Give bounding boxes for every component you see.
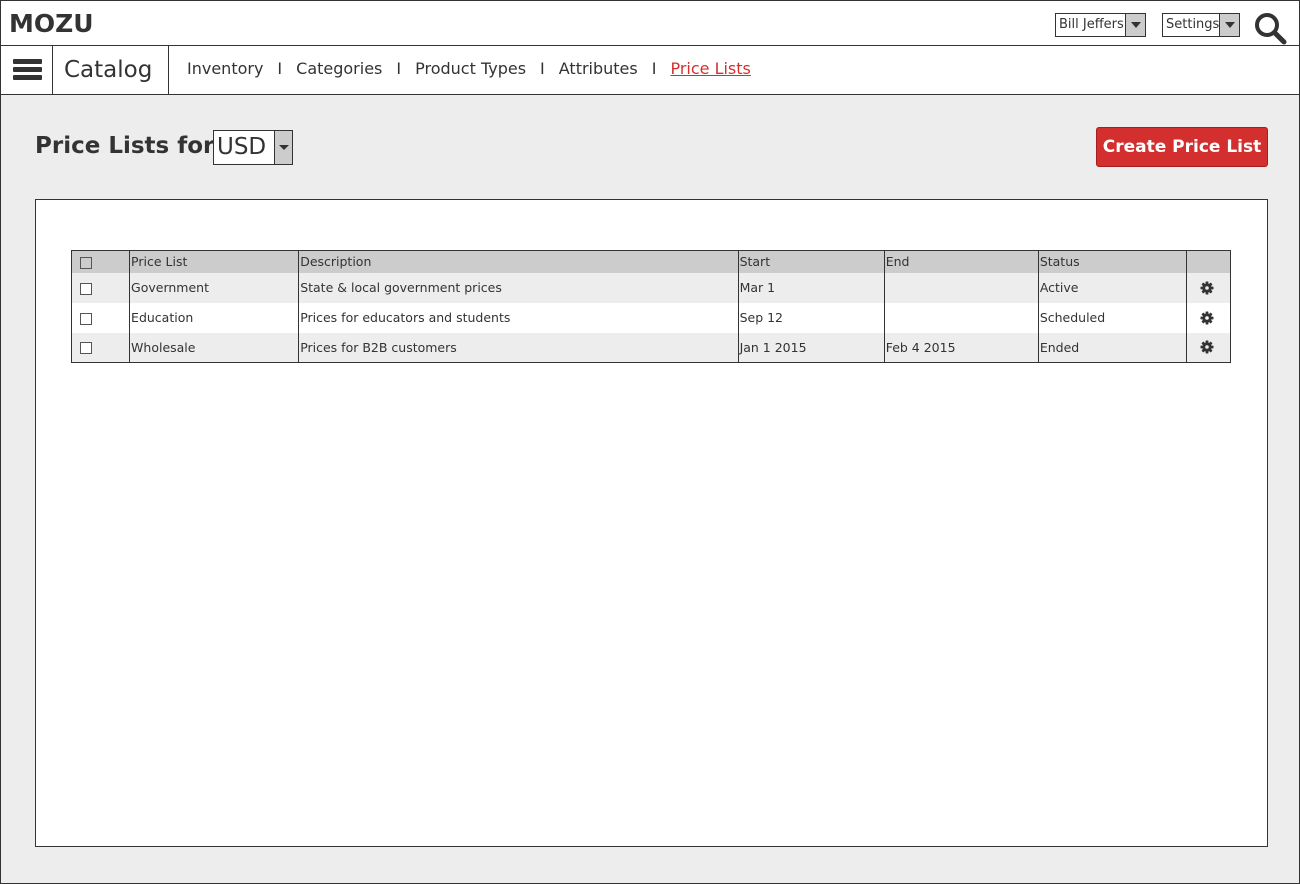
nav-separator: I [396,59,402,78]
table-row[interactable]: Wholesale Prices for B2B customers Jan 1… [71,332,1231,363]
settings-label: Settings [1166,17,1220,32]
chevron-down-icon [1219,14,1239,36]
row-actions-cell [1185,302,1231,333]
gear-icon[interactable] [1200,311,1214,325]
select-all-checkbox[interactable] [80,256,92,269]
currency-value: USD [217,134,267,160]
cell-price-list: Wholesale [129,332,299,363]
cell-status: Ended [1037,332,1187,363]
chevron-down-icon [274,131,292,164]
menu-icon[interactable] [1,46,53,94]
cell-end [883,302,1039,333]
catalog-nav-bar: Catalog Inventory I Categories I Product… [0,45,1300,95]
table-header-row: Price List Description Start End Status [71,250,1231,273]
price-lists-panel: Price List Description Start End Status … [35,199,1268,847]
section-title: Catalog [53,46,169,94]
cell-status: Active [1037,272,1187,303]
nav-separator: I [540,59,545,78]
column-status[interactable]: Status [1037,250,1187,273]
row-actions-cell [1185,332,1231,363]
nav-separator: I [651,59,657,78]
row-checkbox[interactable] [80,282,92,295]
cell-description: Prices for educators and students [298,302,739,333]
row-checkbox[interactable] [80,342,92,355]
main-content: Price Lists for USD Create Price List Pr… [1,95,1299,883]
column-end[interactable]: End [883,250,1039,273]
column-description[interactable]: Description [298,250,739,273]
gear-icon[interactable] [1200,281,1214,295]
tab-attributes[interactable]: Attributes [559,58,638,80]
search-icon[interactable] [1253,11,1287,45]
chevron-down-icon [1125,14,1145,36]
cell-price-list: Education [129,302,299,333]
row-select-cell [71,302,130,333]
cell-start: Mar 1 [737,272,885,303]
cell-status: Scheduled [1037,302,1187,333]
cell-start: Sep 12 [737,302,885,333]
cell-price-list: Government [129,272,299,303]
cell-description: Prices for B2B customers [298,332,739,363]
create-price-list-button[interactable]: Create Price List [1096,127,1268,167]
tab-product-types[interactable]: Product Types [415,58,526,80]
column-actions [1185,250,1231,273]
row-select-cell [71,332,130,363]
table-row[interactable]: Government State & local government pric… [71,272,1231,303]
table-row[interactable]: Education Prices for educators and stude… [71,302,1231,333]
top-bar: MOZU Bill Jeffers Settings [0,0,1300,46]
nav-separator: I [277,59,283,78]
row-checkbox[interactable] [80,312,92,325]
cell-description: State & local government prices [298,272,739,303]
catalog-tabs: Inventory I Categories I Product Types I… [187,58,751,80]
user-menu-dropdown[interactable]: Bill Jeffers [1055,13,1146,37]
tab-price-lists[interactable]: Price Lists [670,58,750,80]
price-lists-table: Price List Description Start End Status … [71,250,1231,363]
user-menu-label: Bill Jeffers [1059,17,1124,32]
cell-end: Feb 4 2015 [883,332,1039,363]
cell-end [883,272,1039,303]
cell-start: Jan 1 2015 [737,332,885,363]
gear-icon[interactable] [1200,340,1214,354]
column-price-list[interactable]: Price List [129,250,299,273]
column-start[interactable]: Start [737,250,885,273]
settings-dropdown[interactable]: Settings [1162,13,1240,37]
mozu-logo[interactable]: MOZU [9,9,94,39]
tab-inventory[interactable]: Inventory [187,58,263,80]
row-select-cell [71,272,130,303]
currency-select[interactable]: USD [213,130,293,165]
page-title: Price Lists for [35,133,215,159]
tab-categories[interactable]: Categories [296,58,382,80]
row-actions-cell [1185,272,1231,303]
select-all-cell [71,250,130,273]
